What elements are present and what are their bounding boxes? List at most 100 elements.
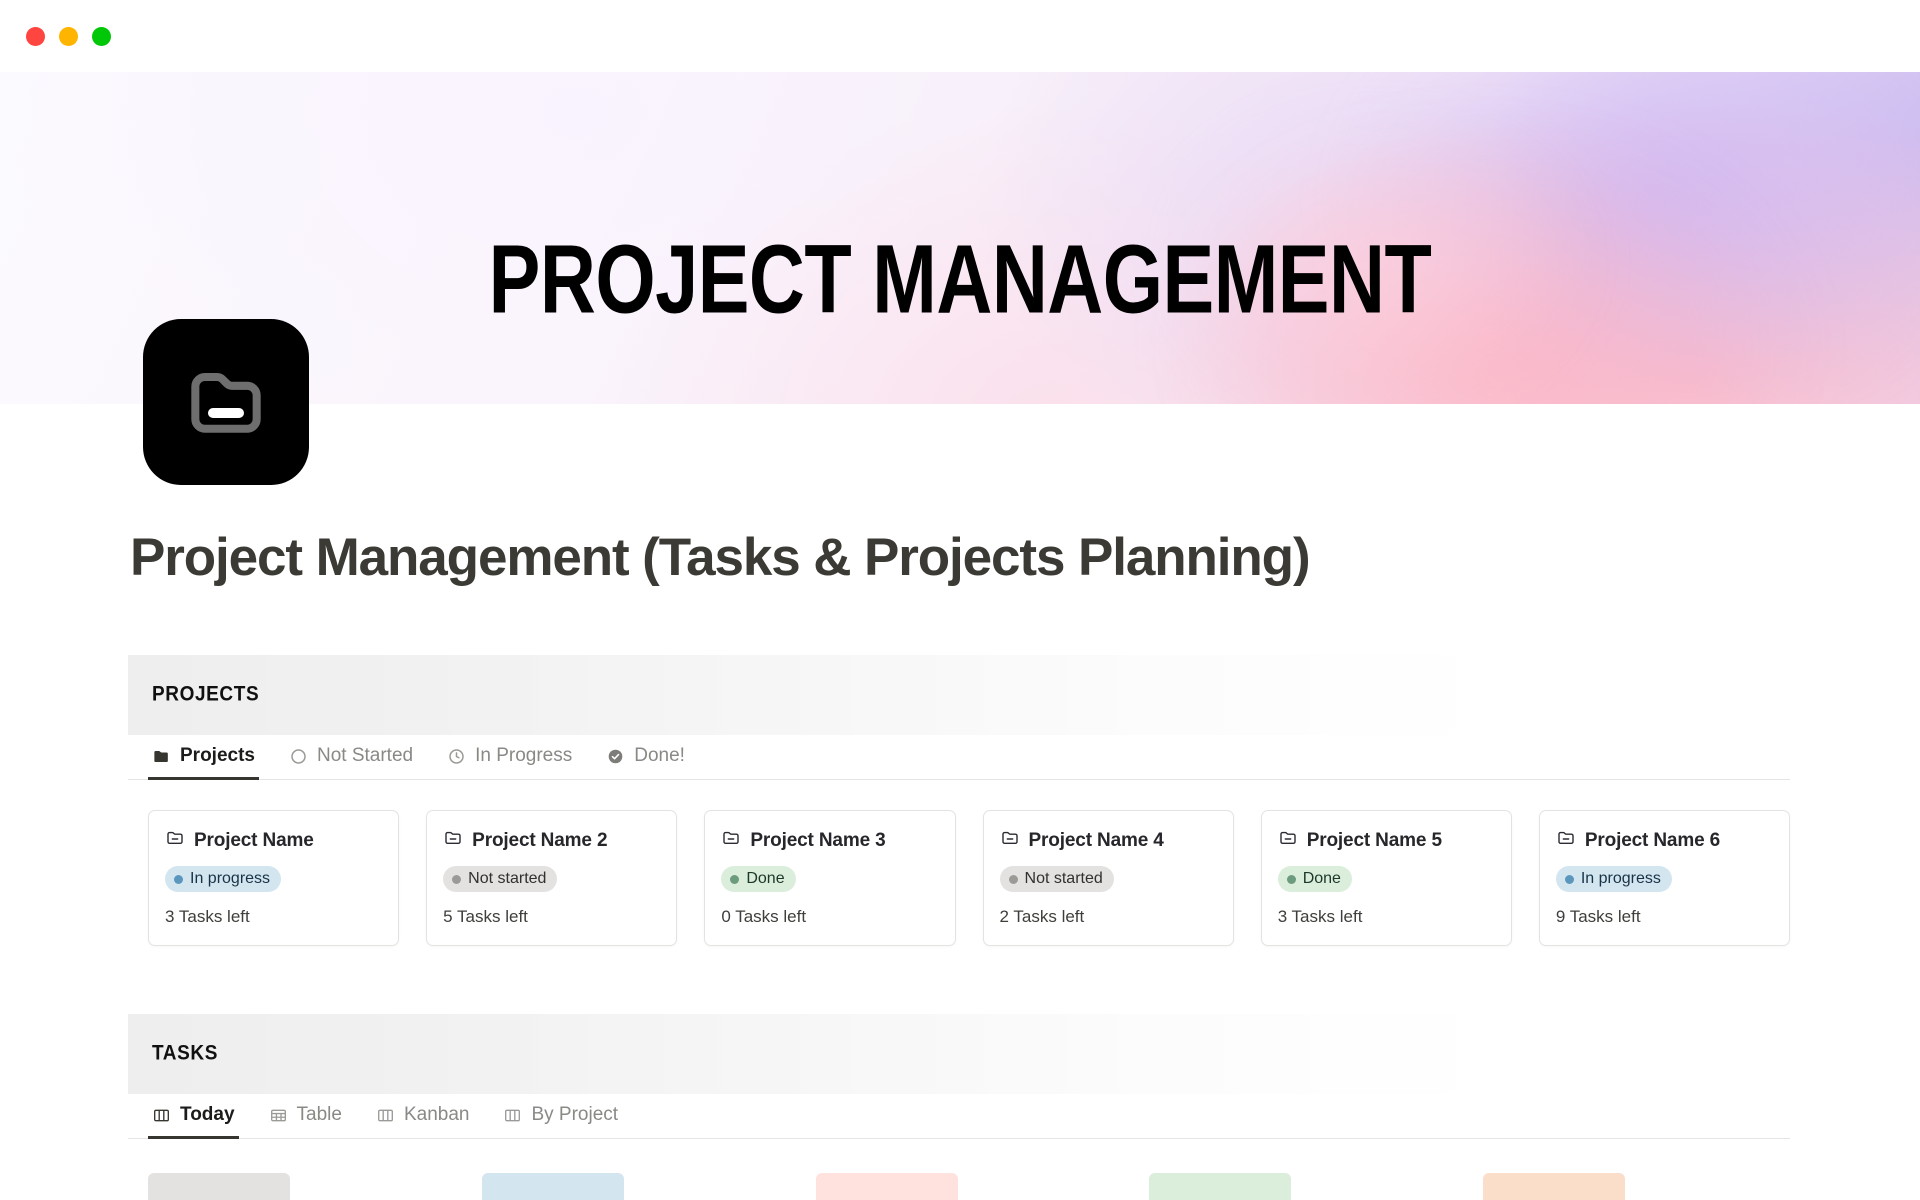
circle-outline-icon bbox=[289, 747, 308, 766]
tasks-column-badge bbox=[815, 1173, 958, 1200]
project-card-name: Project Name 2 bbox=[472, 829, 608, 851]
status-badge: In progress bbox=[165, 866, 282, 893]
project-card-header: Project Name 3 bbox=[721, 828, 938, 853]
tasks-column[interactable] bbox=[1149, 1173, 1456, 1200]
project-card-tasks-left: 3 Tasks left bbox=[165, 907, 250, 927]
status-badge: Done bbox=[1277, 866, 1352, 893]
status-dot-icon bbox=[452, 874, 462, 884]
page-body: Project Management (Tasks & Projects Pla… bbox=[0, 319, 1920, 1200]
status-dot-icon bbox=[730, 874, 740, 884]
projects-view-tabs: Projects Not Started In Progress Done! bbox=[128, 736, 1790, 781]
folder-outline-icon bbox=[165, 828, 185, 853]
project-card-header: Project Name 6 bbox=[1556, 828, 1773, 853]
projects-card-row: Project Name In progress 3 Tasks left Pr… bbox=[128, 810, 1791, 947]
folder-minus-icon bbox=[180, 354, 272, 451]
close-window-button[interactable] bbox=[26, 26, 45, 46]
project-card[interactable]: Project Name In progress 3 Tasks left bbox=[148, 810, 400, 947]
project-card[interactable]: Project Name 2 Not started 5 Tasks left bbox=[426, 810, 678, 947]
tasks-column-badge bbox=[481, 1173, 624, 1200]
project-card-tasks-left: 2 Tasks left bbox=[999, 907, 1085, 927]
tasks-column-badge bbox=[1149, 1173, 1292, 1200]
folder-outline-icon bbox=[1000, 828, 1020, 853]
tasks-view-tabs: Today Table Kanban By Project bbox=[128, 1095, 1790, 1140]
check-circle-icon bbox=[606, 747, 625, 766]
board-icon bbox=[503, 1106, 522, 1125]
tab-projects-label: Projects bbox=[180, 745, 255, 767]
project-card-header: Project Name 4 bbox=[1000, 828, 1217, 853]
page-content: PROJECTS Projects Not Started In Progres… bbox=[0, 655, 1920, 1200]
tab-table-label: Table bbox=[296, 1104, 342, 1126]
tasks-column[interactable] bbox=[815, 1173, 1123, 1200]
tab-kanban[interactable]: Kanban bbox=[372, 1095, 474, 1138]
status-badge-label: Done bbox=[1302, 870, 1341, 888]
tasks-column-badge bbox=[148, 1173, 290, 1200]
project-card-name: Project Name 3 bbox=[750, 829, 886, 851]
projects-section-title: PROJECTS bbox=[152, 683, 260, 707]
tab-table[interactable]: Table bbox=[265, 1095, 346, 1138]
project-card-header: Project Name 2 bbox=[443, 828, 660, 853]
project-card-name: Project Name bbox=[194, 829, 314, 851]
minimize-window-button[interactable] bbox=[59, 26, 78, 46]
project-card-tasks-left: 5 Tasks left bbox=[443, 907, 528, 927]
folder-filled-icon bbox=[152, 747, 171, 766]
traffic-lights bbox=[26, 26, 111, 46]
tasks-column[interactable] bbox=[148, 1173, 455, 1200]
tab-by-project-label: By Project bbox=[531, 1104, 619, 1126]
status-badge: Done bbox=[721, 866, 796, 893]
tab-done-label: Done! bbox=[634, 745, 685, 767]
tab-projects[interactable]: Projects bbox=[148, 736, 259, 781]
board-icon bbox=[376, 1106, 395, 1125]
tab-not-started[interactable]: Not Started bbox=[285, 736, 417, 779]
project-card-name: Project Name 6 bbox=[1584, 829, 1721, 851]
project-card-tasks-left: 0 Tasks left bbox=[721, 907, 807, 927]
status-badge-label: In progress bbox=[190, 870, 271, 888]
window-titlebar bbox=[0, 0, 1920, 72]
status-dot-icon bbox=[1008, 874, 1018, 884]
status-badge-label: Done bbox=[746, 870, 785, 888]
status-badge: In progress bbox=[1555, 866, 1672, 893]
status-dot-icon bbox=[1286, 874, 1296, 884]
tasks-section-title: TASKS bbox=[152, 1042, 218, 1066]
tasks-section-header: TASKS bbox=[128, 1014, 1790, 1095]
project-card-name: Project Name 5 bbox=[1306, 829, 1442, 851]
tasks-column[interactable] bbox=[1483, 1173, 1790, 1200]
board-icon bbox=[152, 1106, 171, 1125]
folder-outline-icon bbox=[1278, 828, 1298, 853]
tasks-column-badge bbox=[1483, 1173, 1626, 1200]
tab-today[interactable]: Today bbox=[148, 1095, 239, 1140]
tab-by-project[interactable]: By Project bbox=[499, 1095, 622, 1138]
page-icon[interactable] bbox=[143, 319, 309, 485]
project-card[interactable]: Project Name 4 Not started 2 Tasks left bbox=[982, 810, 1234, 947]
status-badge: Not started bbox=[443, 866, 558, 893]
project-card-tasks-left: 9 Tasks left bbox=[1555, 907, 1641, 927]
tab-in-progress[interactable]: In Progress bbox=[443, 736, 576, 779]
tab-not-started-label: Not Started bbox=[316, 745, 414, 767]
project-card[interactable]: Project Name 3 Done 0 Tasks left bbox=[704, 810, 956, 947]
clock-icon bbox=[447, 747, 466, 766]
status-badge-label: In progress bbox=[1580, 870, 1661, 888]
project-card[interactable]: Project Name 5 Done 3 Tasks left bbox=[1260, 810, 1512, 947]
tasks-column[interactable] bbox=[481, 1173, 789, 1200]
folder-outline-icon bbox=[721, 828, 741, 853]
status-dot-icon bbox=[1564, 874, 1574, 884]
status-badge-label: Not started bbox=[1024, 870, 1103, 888]
project-card[interactable]: Project Name 6 In progress 9 Tasks left bbox=[1538, 810, 1791, 947]
maximize-window-button[interactable] bbox=[92, 26, 111, 46]
tab-today-label: Today bbox=[180, 1104, 235, 1126]
projects-section-header: PROJECTS bbox=[128, 655, 1790, 736]
status-badge-label: Not started bbox=[468, 870, 547, 888]
tab-done[interactable]: Done! bbox=[602, 736, 689, 779]
table-icon bbox=[269, 1106, 288, 1125]
tab-in-progress-label: In Progress bbox=[475, 745, 573, 767]
project-card-header: Project Name bbox=[165, 828, 382, 853]
project-card-header: Project Name 5 bbox=[1278, 828, 1495, 853]
folder-outline-icon bbox=[1556, 828, 1576, 853]
status-badge: Not started bbox=[999, 866, 1114, 893]
project-card-name: Project Name 4 bbox=[1028, 829, 1164, 851]
tab-kanban-label: Kanban bbox=[403, 1104, 470, 1126]
tasks-board-columns bbox=[128, 1173, 1790, 1200]
folder-outline-icon bbox=[443, 828, 463, 853]
project-card-tasks-left: 3 Tasks left bbox=[1277, 907, 1363, 927]
banner-title: PROJECT MANAGEMENT bbox=[488, 225, 1432, 335]
status-dot-icon bbox=[174, 874, 183, 884]
